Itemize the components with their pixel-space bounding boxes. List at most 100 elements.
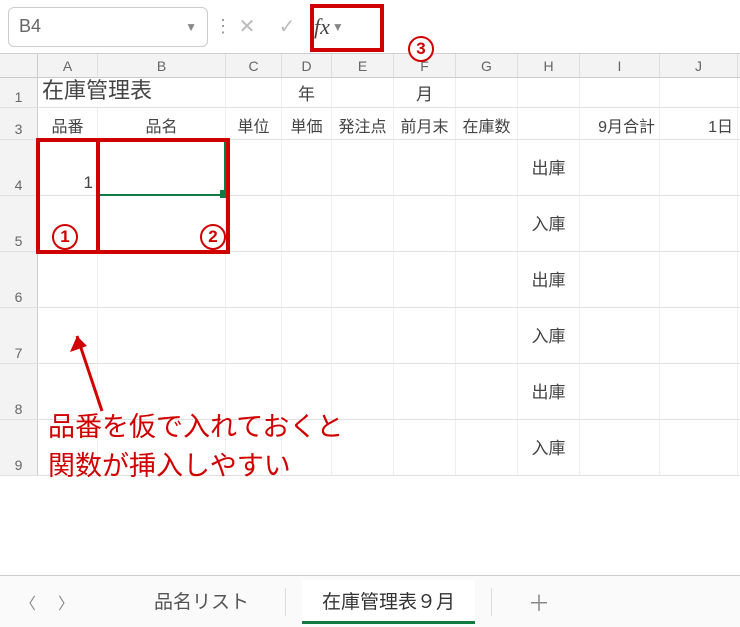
chevron-down-icon[interactable]: ▼ [332, 20, 344, 34]
col-header-G[interactable]: G [456, 54, 518, 77]
col-header-H[interactable]: H [518, 54, 580, 77]
tab-inventory-sept[interactable]: 在庫管理表９月 [302, 580, 475, 624]
cell[interactable] [456, 78, 518, 107]
cell[interactable] [38, 420, 98, 475]
col-header-D[interactable]: D [282, 54, 332, 77]
cell[interactable] [518, 78, 580, 107]
cell[interactable] [98, 364, 226, 419]
cell[interactable] [226, 196, 282, 251]
stock-label[interactable]: 入庫 [518, 420, 580, 475]
cell[interactable] [660, 78, 738, 107]
cell[interactable] [282, 140, 332, 195]
row-header-7[interactable]: 7 [0, 308, 38, 363]
cell[interactable] [518, 108, 580, 139]
cell[interactable] [226, 308, 282, 363]
tab-item-list[interactable]: 品名リスト [134, 580, 269, 624]
row-header-4[interactable]: 4 [0, 140, 38, 195]
cell[interactable] [98, 196, 226, 251]
insert-function-button[interactable]: fx ▼ [314, 14, 344, 40]
cell[interactable] [394, 308, 456, 363]
cell[interactable] [282, 252, 332, 307]
cell[interactable] [660, 364, 738, 419]
cell[interactable] [98, 308, 226, 363]
cell[interactable] [580, 140, 660, 195]
cell[interactable] [282, 364, 332, 419]
cell[interactable] [282, 420, 332, 475]
cell[interactable] [38, 308, 98, 363]
cell-A4[interactable]: 1 [38, 140, 98, 195]
cell[interactable] [332, 420, 394, 475]
col-header-J[interactable]: J [660, 54, 738, 77]
stock-label[interactable]: 入庫 [518, 308, 580, 363]
cell[interactable] [580, 364, 660, 419]
row-header-3[interactable]: 3 [0, 108, 38, 139]
stock-label[interactable]: 出庫 [518, 140, 580, 195]
cell[interactable] [660, 420, 738, 475]
row-header-6[interactable]: 6 [0, 252, 38, 307]
stock-label[interactable]: 入庫 [518, 196, 580, 251]
cell[interactable] [394, 196, 456, 251]
cell[interactable] [456, 364, 518, 419]
cell[interactable] [456, 196, 518, 251]
row-header-8[interactable]: 8 [0, 364, 38, 419]
cell[interactable] [580, 252, 660, 307]
col-header-I[interactable]: I [580, 54, 660, 77]
cell-B4[interactable] [98, 140, 226, 195]
select-all-corner[interactable] [0, 54, 38, 77]
name-box[interactable]: B4 ▼ [8, 7, 208, 47]
cell[interactable] [332, 308, 394, 363]
header-zengetsumatsu[interactable]: 前月末 [394, 108, 456, 139]
cell[interactable] [394, 140, 456, 195]
cell[interactable] [332, 252, 394, 307]
header-hinban[interactable]: 品番 [38, 108, 98, 139]
stock-label[interactable]: 出庫 [518, 364, 580, 419]
row-header-9[interactable]: 9 [0, 420, 38, 475]
cell[interactable] [456, 252, 518, 307]
cell[interactable] [456, 308, 518, 363]
cell[interactable] [660, 196, 738, 251]
cell[interactable] [226, 78, 282, 107]
cell[interactable] [332, 140, 394, 195]
cell[interactable] [580, 308, 660, 363]
tab-next-icon[interactable]: 〉 [50, 586, 82, 618]
header-hinmei[interactable]: 品名 [98, 108, 226, 139]
chevron-down-icon[interactable]: ▼ [185, 20, 197, 34]
cell[interactable] [456, 420, 518, 475]
cell[interactable] [98, 252, 226, 307]
cell[interactable] [660, 308, 738, 363]
month-label[interactable]: 月 [394, 78, 456, 107]
cancel-icon[interactable]: ✕ [234, 14, 260, 40]
row-header-5[interactable]: 5 [0, 196, 38, 251]
add-sheet-icon[interactable]: ＋ [528, 586, 550, 618]
header-hacchuten[interactable]: 発注点 [332, 108, 394, 139]
cell[interactable] [38, 364, 98, 419]
header-day1[interactable]: 1日 [660, 108, 738, 139]
header-zaikosuu[interactable]: 在庫数 [456, 108, 518, 139]
cell[interactable] [660, 252, 738, 307]
cell[interactable] [580, 196, 660, 251]
cell[interactable] [226, 420, 282, 475]
cell[interactable] [332, 196, 394, 251]
cell[interactable] [332, 78, 394, 107]
cell[interactable] [38, 196, 98, 251]
tab-prev-icon[interactable]: 〈 [12, 586, 44, 618]
cell[interactable] [456, 140, 518, 195]
confirm-icon[interactable]: ✓ [274, 14, 300, 40]
header-tanni[interactable]: 単位 [226, 108, 282, 139]
cell[interactable] [226, 140, 282, 195]
header-tanka[interactable]: 単価 [282, 108, 332, 139]
cell[interactable] [394, 420, 456, 475]
sheet-title[interactable]: 在庫管理表 [38, 78, 226, 107]
row-header-1[interactable]: 1 [0, 78, 38, 107]
col-header-E[interactable]: E [332, 54, 394, 77]
cell[interactable] [226, 364, 282, 419]
cell[interactable] [282, 196, 332, 251]
cell[interactable] [38, 252, 98, 307]
cell[interactable] [282, 308, 332, 363]
cell[interactable] [660, 140, 738, 195]
stock-label[interactable]: 出庫 [518, 252, 580, 307]
cell[interactable] [332, 364, 394, 419]
year-label[interactable]: 年 [282, 78, 332, 107]
cell[interactable] [580, 78, 660, 107]
cell[interactable] [394, 364, 456, 419]
